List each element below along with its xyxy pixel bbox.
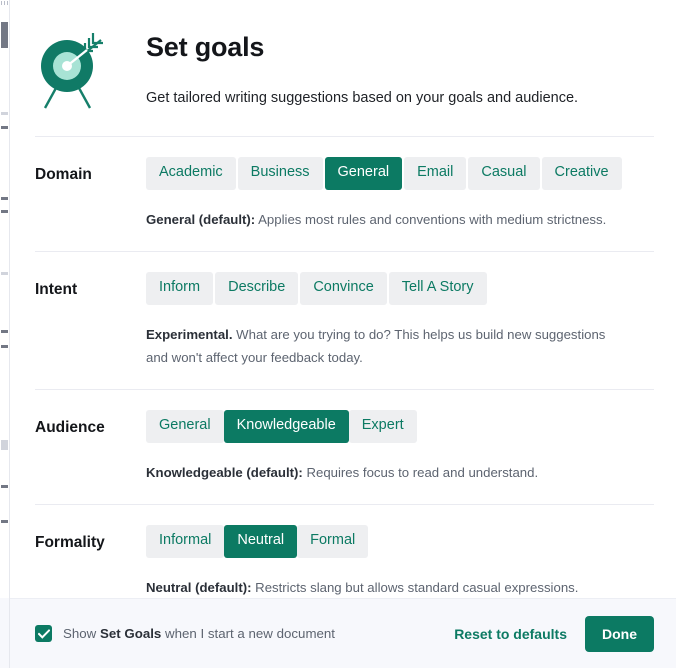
option-formality-informal[interactable]: Informal (146, 525, 225, 559)
section-formality: Formality Informal Neutral Formal Neutra… (10, 505, 676, 598)
option-domain-email[interactable]: Email (404, 157, 467, 190)
section-domain: Domain Academic Business General Email C… (10, 137, 676, 251)
option-domain-creative[interactable]: Creative (541, 157, 622, 190)
option-domain-general[interactable]: General (324, 157, 403, 190)
section-label-intent: Intent (35, 281, 78, 299)
option-intent-describe[interactable]: Describe (215, 272, 299, 305)
section-intent: Intent Inform Describe Convince Tell A S… (10, 252, 676, 389)
option-intent-inform[interactable]: Inform (146, 272, 214, 305)
option-formality-neutral[interactable]: Neutral (224, 525, 298, 559)
background-text-line (1, 22, 8, 48)
background-text-line (1, 520, 8, 523)
section-content-intent: Inform Describe Convince Tell A Story Ex… (146, 272, 654, 369)
option-domain-business[interactable]: Business (237, 157, 323, 190)
section-content-domain: Academic Business General Email Casual C… (146, 157, 654, 231)
description-audience-rest: Requires focus to read and understand. (302, 465, 539, 481)
background-text-line (1, 272, 8, 275)
option-group-formality: Informal Neutral Formal (146, 525, 654, 559)
option-audience-knowledgeable[interactable]: Knowledgeable (223, 410, 349, 444)
option-domain-casual[interactable]: Casual (468, 157, 540, 190)
reset-to-defaults-link[interactable]: Reset to defaults (454, 626, 567, 642)
section-label-formality: Formality (35, 534, 105, 552)
dialog-body: Set goals Get tailored writing suggestio… (10, 0, 676, 598)
description-audience: Knowledgeable (default): Requires focus … (146, 461, 621, 484)
description-formality: Neutral (default): Restricts slang but a… (146, 576, 621, 598)
background-text-line (1, 440, 8, 450)
background-text-line (1, 345, 8, 348)
background-footer-sliver (0, 598, 9, 668)
section-content-formality: Informal Neutral Formal Neutral (default… (146, 525, 654, 598)
description-domain-rest: Applies most rules and conventions with … (255, 211, 607, 227)
done-button[interactable]: Done (585, 615, 654, 652)
description-formality-rest: Restricts slang but allows standard casu… (251, 580, 579, 596)
section-content-audience: General Knowledgeable Expert Knowledgeab… (146, 410, 654, 484)
background-text-line (1, 112, 8, 115)
option-audience-expert[interactable]: Expert (348, 410, 417, 444)
show-set-goals-checkbox[interactable] (35, 625, 52, 642)
description-intent: Experimental. What are you trying to do?… (146, 323, 621, 369)
option-group-intent: Inform Describe Convince Tell A Story (146, 272, 654, 305)
show-set-goals-checkbox-row[interactable]: Show Set Goals when I start a new docume… (35, 625, 454, 642)
background-text-line (1, 330, 8, 333)
option-group-audience: General Knowledgeable Expert (146, 410, 654, 444)
page-subtitle: Get tailored writing suggestions based o… (146, 89, 579, 106)
background-text-line (1, 126, 8, 129)
check-label-bold: Set Goals (99, 626, 162, 641)
description-domain-bold: General (default): (146, 211, 256, 227)
header-text-block: Set goals Get tailored writing suggestio… (117, 24, 578, 108)
option-intent-tell-a-story[interactable]: Tell A Story (388, 272, 487, 305)
section-audience: Audience General Knowledgeable Expert Kn… (10, 390, 676, 504)
set-goals-dialog: Set goals Get tailored writing suggestio… (9, 0, 676, 668)
description-intent-bold: Experimental. (146, 326, 233, 342)
dialog-footer: Show Set Goals when I start a new docume… (10, 598, 676, 668)
section-label-domain: Domain (35, 166, 92, 183)
show-set-goals-label: Show Set Goals when I start a new docume… (63, 626, 335, 641)
description-domain: General (default): Applies most rules an… (146, 208, 621, 231)
section-label-audience: Audience (35, 419, 105, 437)
background-text-line (1, 485, 8, 488)
check-label-pre: Show (63, 626, 100, 641)
option-formality-formal[interactable]: Formal (297, 525, 369, 559)
page-title: Set goals (146, 32, 265, 62)
background-text-line (1, 210, 8, 213)
description-audience-bold: Knowledgeable (default): (146, 465, 303, 481)
option-group-domain: Academic Business General Email Casual C… (146, 157, 654, 190)
checkmark-icon (37, 628, 50, 639)
background-text-line (1, 197, 8, 200)
option-audience-general[interactable]: General (146, 410, 224, 444)
option-intent-convince[interactable]: Convince (300, 272, 387, 305)
option-domain-academic[interactable]: Academic (146, 157, 236, 190)
dialog-header: Set goals Get tailored writing suggestio… (10, 0, 676, 136)
background-page-sliver (0, 0, 9, 668)
target-goal-icon (31, 24, 117, 121)
check-label-post: when I start a new document (161, 626, 336, 641)
description-formality-bold: Neutral (default): (146, 580, 252, 596)
background-hatch (1, 1, 9, 5)
